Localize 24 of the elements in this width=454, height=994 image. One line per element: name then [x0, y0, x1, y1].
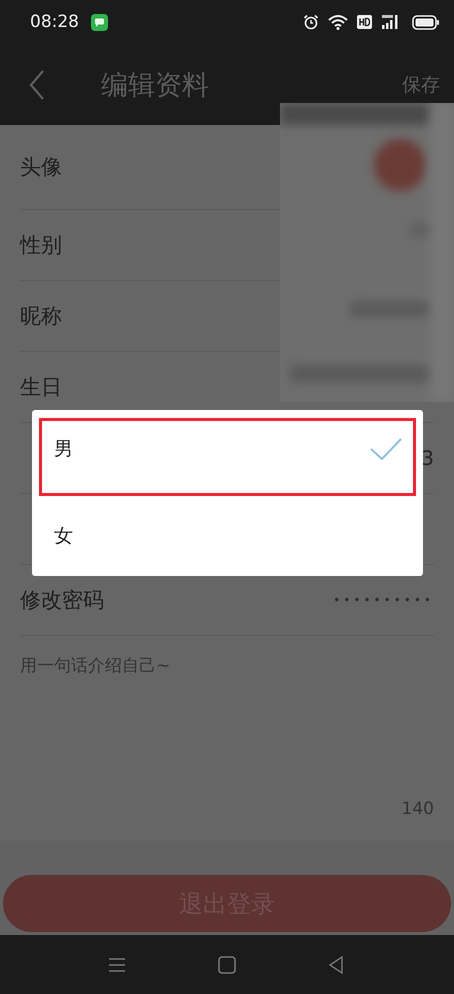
field-label: 性别: [20, 232, 62, 259]
menu-icon[interactable]: [108, 956, 126, 972]
back-icon: [29, 70, 45, 100]
field-value: 3: [421, 446, 434, 470]
password-dots: ••••••••••: [333, 593, 434, 607]
option-label: 男: [54, 437, 73, 462]
option-row[interactable]: 女: [32, 496, 423, 576]
field-label: 昵称: [20, 303, 62, 330]
wifi-icon: [328, 14, 348, 30]
page-title: 编辑资料: [101, 68, 210, 102]
back-button[interactable]: [29, 70, 45, 100]
field-label: 头像: [20, 154, 62, 181]
home-icon[interactable]: [218, 956, 236, 974]
option-label: 女: [54, 524, 73, 549]
battery-icon: [412, 14, 440, 30]
message-app-icon: [91, 14, 108, 30]
field-label: 生日: [20, 374, 62, 401]
option-row[interactable]: 男: [39, 418, 416, 496]
back-triangle-icon[interactable]: [328, 956, 344, 974]
status-time: 08:28: [30, 12, 79, 32]
field-label: 修改密码: [20, 587, 104, 614]
check-icon: [370, 437, 402, 461]
alarm-icon: [303, 14, 319, 30]
hd-icon: [357, 15, 372, 29]
